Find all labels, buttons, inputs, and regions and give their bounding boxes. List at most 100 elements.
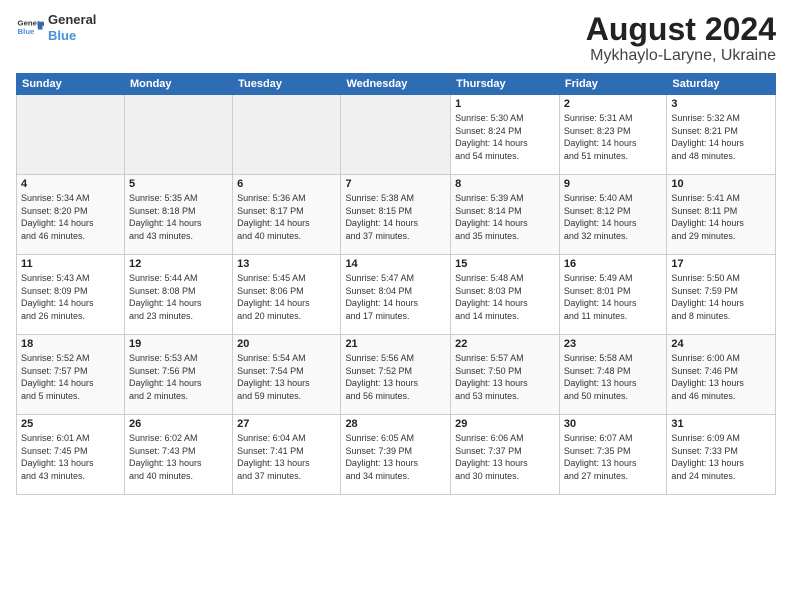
table-row: 5 Sunrise: 5:35 AM Sunset: 8:18 PM Daylig…	[124, 175, 232, 255]
logo-icon: General Blue	[16, 14, 44, 42]
day-info: Sunrise: 5:31 AM Sunset: 8:23 PM Dayligh…	[564, 112, 662, 162]
table-row: 15 Sunrise: 5:48 AM Sunset: 8:03 PM Dayli…	[451, 255, 560, 335]
calendar-week-row: 18Sunrise: 5:52 AM Sunset: 7:57 PM Dayli…	[17, 335, 776, 415]
day-info: Sunrise: 5:34 AM Sunset: 8:20 PM Dayligh…	[21, 192, 120, 242]
day-number: 23	[564, 338, 662, 350]
table-row: 31 Sunrise: 6:09 AM Sunset: 7:33 PM Dayli…	[667, 415, 776, 495]
day-info: Sunrise: 5:35 AM Sunset: 8:18 PM Dayligh…	[129, 192, 228, 242]
day-number: 8	[455, 178, 555, 190]
day-info: Sunrise: 5:47 AM Sunset: 8:04 PM Dayligh…	[345, 272, 446, 322]
day-info: Sunrise: 5:36 AM Sunset: 8:17 PM Dayligh…	[237, 192, 336, 242]
header-wednesday: Wednesday	[341, 74, 451, 95]
header-monday: Monday	[124, 74, 232, 95]
table-row	[124, 95, 232, 175]
logo: General Blue General Blue	[16, 12, 96, 43]
day-info: Sunrise: 5:48 AM Sunset: 8:03 PM Dayligh…	[455, 272, 555, 322]
day-info: Sunrise: 5:30 AM Sunset: 8:24 PM Dayligh…	[455, 112, 555, 162]
main-title: August 2024	[586, 12, 776, 47]
day-number: 25	[21, 418, 120, 430]
page: General Blue General Blue August 2024 My…	[0, 0, 792, 612]
day-number: 12	[129, 258, 228, 270]
day-number: 22	[455, 338, 555, 350]
day-number: 27	[237, 418, 336, 430]
day-number: 24	[671, 338, 771, 350]
table-row: 13Sunrise: 5:45 AM Sunset: 8:06 PM Dayli…	[233, 255, 341, 335]
day-number: 9	[564, 178, 662, 190]
day-info: Sunrise: 5:49 AM Sunset: 8:01 PM Dayligh…	[564, 272, 662, 322]
day-number: 15	[455, 258, 555, 270]
header-tuesday: Tuesday	[233, 74, 341, 95]
day-number: 4	[21, 178, 120, 190]
day-info: Sunrise: 5:54 AM Sunset: 7:54 PM Dayligh…	[237, 352, 336, 402]
day-number: 16	[564, 258, 662, 270]
table-row: 17Sunrise: 5:50 AM Sunset: 7:59 PM Dayli…	[667, 255, 776, 335]
table-row: 1 Sunrise: 5:30 AM Sunset: 8:24 PM Daylig…	[451, 95, 560, 175]
title-block: August 2024 Mykhaylo-Laryne, Ukraine	[586, 12, 776, 65]
table-row: 22 Sunrise: 5:57 AM Sunset: 7:50 PM Dayli…	[451, 335, 560, 415]
table-row: 16 Sunrise: 5:49 AM Sunset: 8:01 PM Dayli…	[559, 255, 666, 335]
table-row: 25 Sunrise: 6:01 AM Sunset: 7:45 PM Dayli…	[17, 415, 125, 495]
table-row: 29 Sunrise: 6:06 AM Sunset: 7:37 PM Dayli…	[451, 415, 560, 495]
table-row: 24 Sunrise: 6:00 AM Sunset: 7:46 PM Dayli…	[667, 335, 776, 415]
calendar-week-row: 25 Sunrise: 6:01 AM Sunset: 7:45 PM Dayli…	[17, 415, 776, 495]
day-number: 28	[345, 418, 446, 430]
day-info: Sunrise: 5:45 AM Sunset: 8:06 PM Dayligh…	[237, 272, 336, 322]
header-friday: Friday	[559, 74, 666, 95]
header-saturday: Saturday	[667, 74, 776, 95]
day-number: 18	[21, 338, 120, 350]
table-row: 19Sunrise: 5:53 AM Sunset: 7:56 PM Dayli…	[124, 335, 232, 415]
calendar-week-row: 11 Sunrise: 5:43 AM Sunset: 8:09 PM Dayli…	[17, 255, 776, 335]
calendar-week-row: 4 Sunrise: 5:34 AM Sunset: 8:20 PM Daylig…	[17, 175, 776, 255]
day-info: Sunrise: 6:00 AM Sunset: 7:46 PM Dayligh…	[671, 352, 771, 402]
day-number: 20	[237, 338, 336, 350]
day-number: 10	[671, 178, 771, 190]
day-info: Sunrise: 5:44 AM Sunset: 8:08 PM Dayligh…	[129, 272, 228, 322]
day-number: 1	[455, 98, 555, 110]
table-row: 9 Sunrise: 5:40 AM Sunset: 8:12 PM Daylig…	[559, 175, 666, 255]
svg-text:Blue: Blue	[18, 27, 36, 36]
day-number: 11	[21, 258, 120, 270]
day-info: Sunrise: 5:57 AM Sunset: 7:50 PM Dayligh…	[455, 352, 555, 402]
header-sunday: Sunday	[17, 74, 125, 95]
day-number: 3	[671, 98, 771, 110]
table-row: 8Sunrise: 5:39 AM Sunset: 8:14 PM Daylig…	[451, 175, 560, 255]
table-row: 4 Sunrise: 5:34 AM Sunset: 8:20 PM Daylig…	[17, 175, 125, 255]
table-row: 14 Sunrise: 5:47 AM Sunset: 8:04 PM Dayli…	[341, 255, 451, 335]
header: General Blue General Blue August 2024 My…	[16, 12, 776, 65]
day-info: Sunrise: 5:43 AM Sunset: 8:09 PM Dayligh…	[21, 272, 120, 322]
day-number: 26	[129, 418, 228, 430]
table-row	[17, 95, 125, 175]
table-row: 18Sunrise: 5:52 AM Sunset: 7:57 PM Dayli…	[17, 335, 125, 415]
day-number: 29	[455, 418, 555, 430]
logo-general: General	[48, 12, 96, 28]
logo-blue: Blue	[48, 28, 96, 44]
table-row: 2 Sunrise: 5:31 AM Sunset: 8:23 PM Daylig…	[559, 95, 666, 175]
day-info: Sunrise: 6:06 AM Sunset: 7:37 PM Dayligh…	[455, 432, 555, 482]
day-info: Sunrise: 6:04 AM Sunset: 7:41 PM Dayligh…	[237, 432, 336, 482]
table-row	[233, 95, 341, 175]
day-number: 31	[671, 418, 771, 430]
day-info: Sunrise: 6:01 AM Sunset: 7:45 PM Dayligh…	[21, 432, 120, 482]
table-row: 20 Sunrise: 5:54 AM Sunset: 7:54 PM Dayli…	[233, 335, 341, 415]
table-row: 7 Sunrise: 5:38 AM Sunset: 8:15 PM Daylig…	[341, 175, 451, 255]
day-number: 7	[345, 178, 446, 190]
day-info: Sunrise: 5:40 AM Sunset: 8:12 PM Dayligh…	[564, 192, 662, 242]
day-info: Sunrise: 5:38 AM Sunset: 8:15 PM Dayligh…	[345, 192, 446, 242]
day-info: Sunrise: 6:09 AM Sunset: 7:33 PM Dayligh…	[671, 432, 771, 482]
day-number: 14	[345, 258, 446, 270]
day-number: 2	[564, 98, 662, 110]
table-row: 27 Sunrise: 6:04 AM Sunset: 7:41 PM Dayli…	[233, 415, 341, 495]
day-number: 6	[237, 178, 336, 190]
day-info: Sunrise: 5:56 AM Sunset: 7:52 PM Dayligh…	[345, 352, 446, 402]
table-row: 3Sunrise: 5:32 AM Sunset: 8:21 PM Daylig…	[667, 95, 776, 175]
day-number: 30	[564, 418, 662, 430]
table-row: 6 Sunrise: 5:36 AM Sunset: 8:17 PM Daylig…	[233, 175, 341, 255]
table-row: 10 Sunrise: 5:41 AM Sunset: 8:11 PM Dayli…	[667, 175, 776, 255]
calendar-table: Sunday Monday Tuesday Wednesday Thursday…	[16, 73, 776, 495]
table-row	[341, 95, 451, 175]
table-row: 30Sunrise: 6:07 AM Sunset: 7:35 PM Dayli…	[559, 415, 666, 495]
day-number: 5	[129, 178, 228, 190]
day-number: 21	[345, 338, 446, 350]
day-info: Sunrise: 5:41 AM Sunset: 8:11 PM Dayligh…	[671, 192, 771, 242]
day-info: Sunrise: 6:05 AM Sunset: 7:39 PM Dayligh…	[345, 432, 446, 482]
